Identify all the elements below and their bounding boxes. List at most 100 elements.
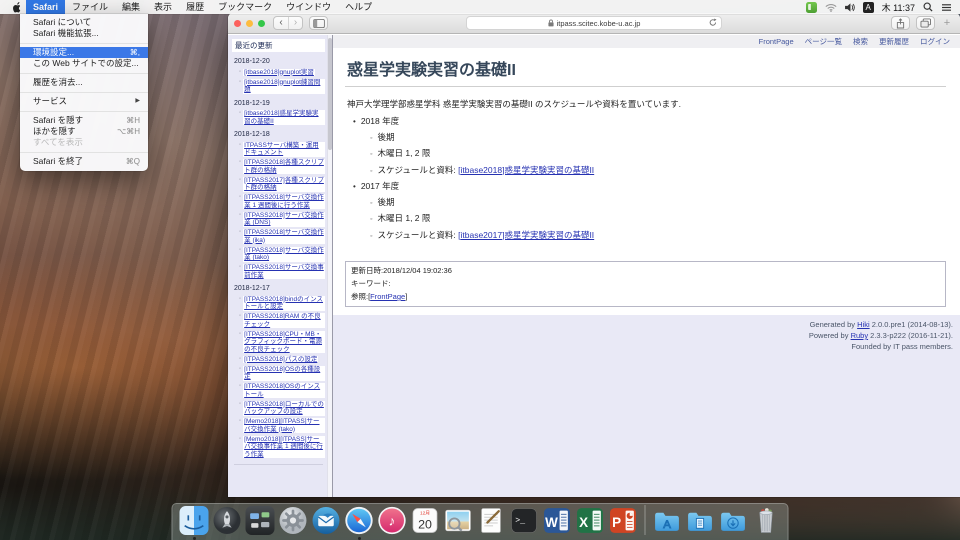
reload-icon[interactable] <box>709 18 717 29</box>
menubar-menu[interactable]: 履歴 <box>179 0 211 14</box>
sidebar-list-item[interactable]: ◦ [ITPASS2018]サーバ交換作業 (tako) <box>239 247 325 262</box>
new-tab-button[interactable]: + <box>940 17 954 29</box>
spotlight-icon[interactable] <box>923 2 933 12</box>
scrollbar-thumb[interactable] <box>328 38 332 150</box>
sidebar-list-item[interactable]: ◦ [itbase2018]惑星学実験実習の基礎II <box>239 110 325 125</box>
sidebar-list-item[interactable]: ◦ ITPASSサーバ構築・運用ドキュメント <box>239 142 325 157</box>
sidebar-link[interactable]: [ITPASS2018]サーバ交換作業 (ika) <box>243 229 325 244</box>
apple-menu-icon[interactable] <box>8 2 26 13</box>
menubar-clock[interactable]: 木 11:37 <box>882 1 915 14</box>
sidebar-link[interactable]: [ITPASS2018]RAM の不良チェック <box>243 313 325 328</box>
sidebar-list-item[interactable]: ◦ [ITPASS2018]ローカルでのバックアップの設定 <box>239 401 325 416</box>
sidebar-link[interactable]: 2018-12-20 <box>233 58 271 66</box>
sidebar-list-item[interactable]: ◦ [ITPASS2018]各種スクリプト群の格納 <box>239 159 325 174</box>
ruby-link[interactable]: Ruby <box>851 331 869 340</box>
tab-overview-button[interactable] <box>916 16 935 30</box>
sidebar-link[interactable]: [ITPASS2018]サーバ交換事前作業 <box>243 264 325 279</box>
dock-textedit[interactable] <box>477 506 506 535</box>
dock-applications-folder[interactable]: A <box>653 506 682 535</box>
menu-item[interactable] <box>20 73 148 74</box>
menubar-menu[interactable]: ウインドウ <box>279 0 338 14</box>
sidebar-list-item[interactable]: ◦ 2018-12-17 <box>233 285 325 293</box>
close-window-button[interactable] <box>234 20 241 27</box>
sidebar-list-item[interactable]: ◦ 2018-12-19 <box>233 100 325 108</box>
wiki-nav-link[interactable]: 更新履歴 <box>879 36 909 47</box>
sidebar-list-item[interactable]: ◦ [ITPASS2018]OSのインストール <box>239 383 325 398</box>
wiki-nav-link[interactable]: ページ一覧 <box>805 36 842 47</box>
sidebar-link[interactable]: 2018-12-17 <box>233 285 271 293</box>
sidebar-link[interactable]: [ITPASS2018]パスの設定 <box>243 356 318 364</box>
menubar-menu[interactable]: ファイル <box>65 0 115 14</box>
dock-word[interactable]: W <box>543 506 572 535</box>
sidebar-link[interactable]: [Memo2018][ITPASS]サーバ交換事作業 1 週間後に行う作業 <box>243 436 325 459</box>
dock-launchpad[interactable] <box>213 506 242 535</box>
menu-item[interactable]: 履歴を消去... <box>20 77 148 88</box>
menu-item[interactable] <box>20 111 148 112</box>
sidebar-list-item[interactable]: ◦ 2018-12-18 <box>233 131 325 139</box>
sidebar-link[interactable]: [ITPASS2017]各種スクリプト群の格納 <box>243 177 325 192</box>
sidebar-link[interactable]: [ITPASS2018]サーバ交換作業 (DNS) <box>243 212 325 227</box>
dock-thunderbird[interactable] <box>312 506 341 535</box>
sidebar-link[interactable]: [ITPASS2018]OSの各種設定 <box>243 366 325 381</box>
sidebar-link[interactable]: [ITPASS2018]各種スクリプト群の格納 <box>243 159 325 174</box>
sidebar-scrollbar[interactable] <box>327 35 332 497</box>
menubar-menu[interactable]: ヘルプ <box>338 0 379 14</box>
menu-item[interactable] <box>20 92 148 93</box>
sidebar-list-item[interactable]: ◦ [Memo2018][ITPASS]サーバ交換事作業 1 週間後に行う作業 <box>239 436 325 459</box>
menu-item[interactable]: 環境設定...⌘, <box>20 47 148 58</box>
sidebar-list-item[interactable]: ◦ [Memo2018][ITPASS]サーバ交換作業 (tako) <box>239 418 325 433</box>
menu-item[interactable]: Safari 機能拡張... <box>20 28 148 39</box>
sidebar-link[interactable]: [itbase2018]gnuplot実習 <box>243 69 315 77</box>
sidebar-link[interactable]: [ITPASS2018]CPU・MB・グラフィックボード・電源の不良チェック <box>243 331 325 354</box>
schedule-link-2017[interactable]: [itbase2017]惑星学実験実習の基礎II <box>458 230 594 240</box>
menu-item[interactable]: Safari について <box>20 17 148 28</box>
dock-documents-folder[interactable] <box>686 506 715 535</box>
sidebar-list-item[interactable]: ◦ [itbase2018]gnuplot実習 <box>239 69 325 77</box>
sidebar-list-item[interactable]: ◦ [ITPASS2017]各種スクリプト群の格納 <box>239 177 325 192</box>
sidebar-link[interactable]: [ITPASS2018]サーバ交換作業 (tako) <box>243 247 325 262</box>
dock-downloads-folder[interactable] <box>719 506 748 535</box>
menubar-menu[interactable]: 編集 <box>115 0 147 14</box>
sidebar-link[interactable]: [ITPASS2018]サーバ交換作業 1 週間後に行う作業 <box>243 194 325 209</box>
sidebar-link[interactable]: [itbase2018]惑星学実験実習の基礎II <box>243 110 325 125</box>
dock-excel[interactable]: X <box>576 506 605 535</box>
dock-trash[interactable] <box>752 506 781 535</box>
sidebar-list-item[interactable]: ◦ [ITPASS2018]OSの各種設定 <box>239 366 325 381</box>
dock-calendar[interactable]: 12月20 <box>411 506 440 535</box>
sidebar-link[interactable]: [Memo2018][ITPASS]サーバ交換作業 (tako) <box>243 418 325 433</box>
sidebar-toggle-button[interactable] <box>309 16 328 30</box>
menu-item[interactable]: Safari を隠す⌘H <box>20 115 148 126</box>
dock-safari[interactable] <box>345 506 374 535</box>
dock-mission-control[interactable] <box>246 506 275 535</box>
hiki-link[interactable]: Hiki <box>857 320 870 329</box>
sidebar-link[interactable]: [ITPASS2018]ローカルでのバックアップの設定 <box>243 401 325 416</box>
share-button[interactable] <box>891 16 910 30</box>
menu-item[interactable]: Safari を終了⌘Q <box>20 156 148 167</box>
menu-item[interactable] <box>20 43 148 44</box>
wiki-nav-link[interactable]: FrontPage <box>759 37 794 46</box>
sidebar-link[interactable]: 2018-12-19 <box>233 100 271 108</box>
dock-powerpoint[interactable]: P <box>609 506 638 535</box>
notification-center-icon[interactable] <box>941 3 952 12</box>
sidebar-link[interactable]: ITPASSサーバ構築・運用ドキュメント <box>243 142 325 157</box>
dock-system-preferences[interactable] <box>279 506 308 535</box>
menu-item[interactable]: この Web サイトでの設定... <box>20 58 148 69</box>
zoom-window-button[interactable] <box>258 20 265 27</box>
menubar-menu[interactable]: ブックマーク <box>211 0 279 14</box>
sidebar-list-item[interactable]: ◦ [ITPASS2018]パスの設定 <box>239 356 325 364</box>
menubar-menu[interactable]: 表示 <box>147 0 179 14</box>
dock-finder[interactable] <box>180 506 209 535</box>
status-app-icon[interactable] <box>806 2 817 13</box>
wiki-nav-link[interactable]: ログイン <box>920 36 950 47</box>
sidebar-list-item[interactable]: ◦ [ITPASS2018]CPU・MB・グラフィックボード・電源の不良チェック <box>239 331 325 354</box>
menu-item[interactable]: ほかを隠す⌥⌘H <box>20 126 148 137</box>
sidebar-link[interactable]: 2018-12-18 <box>233 131 271 139</box>
wiki-nav-link[interactable]: 検索 <box>853 36 868 47</box>
dock-preview[interactable] <box>444 506 473 535</box>
sidebar-list-item[interactable]: ◦ [ITPASS2018]サーバ交換作業 (DNS) <box>239 212 325 227</box>
sidebar-link[interactable]: [ITPASS2018]OSのインストール <box>243 383 325 398</box>
minimize-window-button[interactable] <box>246 20 253 27</box>
back-button[interactable]: ‹ <box>274 17 288 29</box>
sidebar-list-item[interactable]: ◦ [ITPASS2018]RAM の不良チェック <box>239 313 325 328</box>
frontpage-link[interactable]: FrontPage <box>370 292 405 301</box>
